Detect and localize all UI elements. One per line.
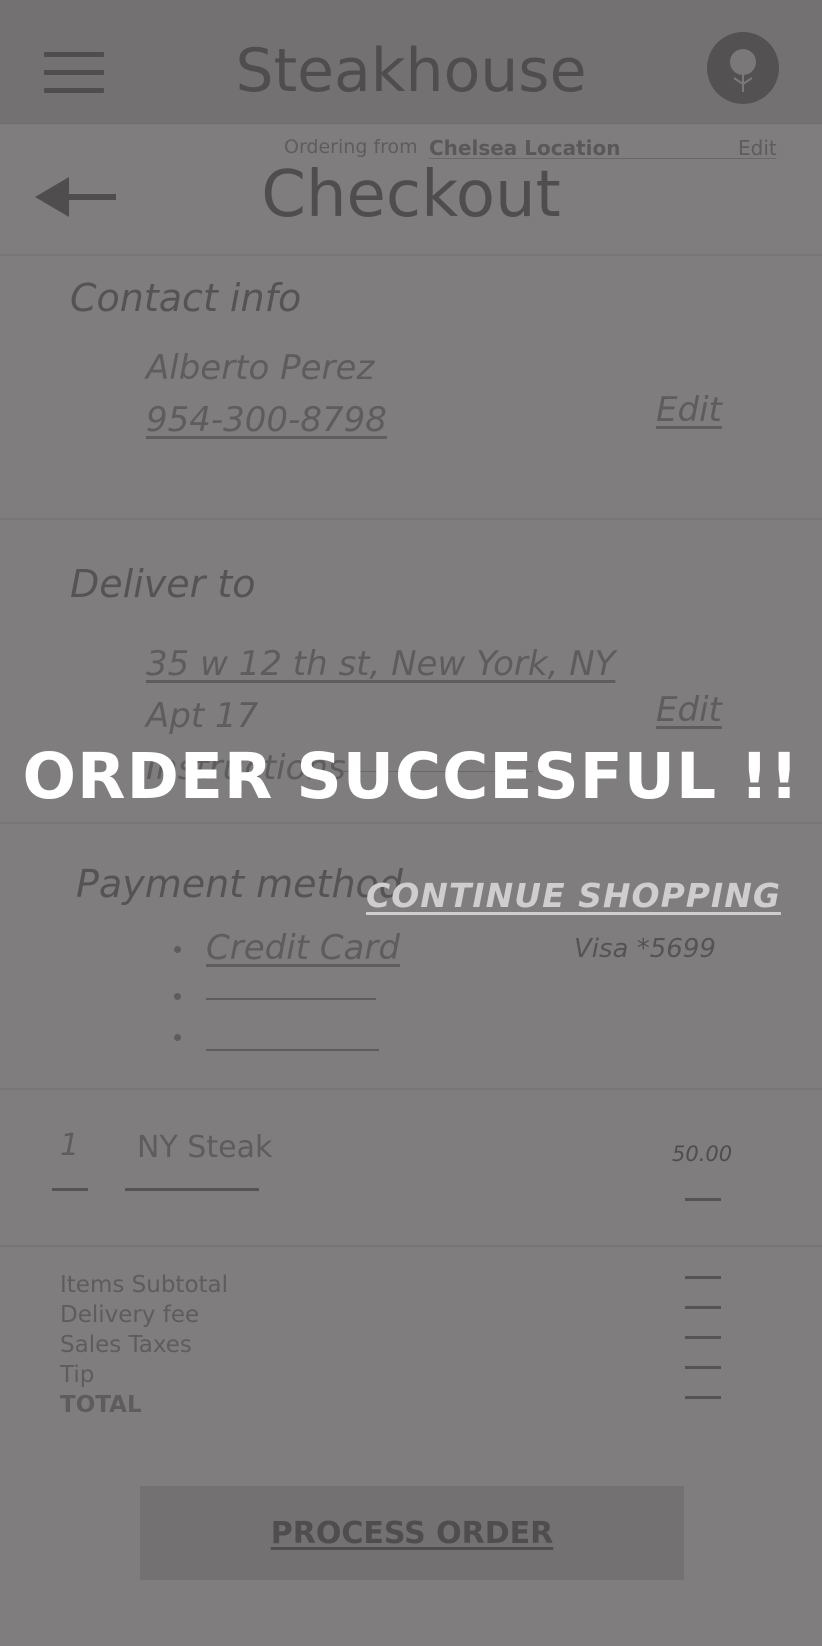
quantity-underline [52,1188,88,1191]
payment-option-bullet [174,1034,181,1041]
brand-title: Steakhouse [235,36,587,106]
summary-value-dash [685,1366,721,1369]
payment-option-blank[interactable] [206,998,376,1000]
contact-edit-link[interactable]: Edit [656,390,722,430]
delivery-apt: Apt 17 [146,696,259,736]
continue-shopping-link[interactable]: CONTINUE SHOPPING [366,876,781,915]
payment-option-blank[interactable] [206,1049,379,1051]
contact-name: Alberto Perez [146,348,375,388]
section-divider [0,518,822,520]
delivery-section-title: Deliver to [70,562,256,606]
process-order-label: PROCESS ORDER [270,1515,554,1551]
app-header: Steakhouse [0,0,822,124]
section-divider [0,822,822,824]
item-price: 50.00 [672,1142,733,1166]
delivery-address[interactable]: 35 w 12 th st, New York, NY [146,644,615,684]
summary-value-dash [685,1306,721,1309]
contact-phone[interactable]: 954-300-8798 [146,400,387,440]
item-quantity[interactable]: 1 [60,1128,79,1163]
profile-avatar-icon[interactable] [707,32,779,104]
payment-option-bullet [174,993,181,1000]
summary-delivery-fee-label: Delivery fee [60,1302,200,1328]
section-divider [0,1245,822,1247]
page-title: Checkout [261,158,561,232]
section-divider [0,254,822,256]
location-edit-link[interactable]: Edit [738,136,777,160]
order-success-message: ORDER SUCCESFUL !! [22,740,800,813]
summary-value-dash [685,1336,721,1339]
payment-section-title: Payment method [76,862,403,906]
summary-value-dash [685,1396,721,1399]
summary-value-dash [685,1276,721,1279]
item-price-dash [685,1198,721,1201]
summary-sales-taxes-label: Sales Taxes [60,1332,192,1358]
summary-subtotal-label: Items Subtotal [60,1272,229,1298]
delivery-edit-link[interactable]: Edit [656,690,722,730]
process-order-button[interactable]: PROCESS ORDER [140,1486,684,1580]
item-name: NY Steak [137,1130,273,1165]
item-name-underline [125,1188,259,1191]
summary-tip-label: Tip [60,1362,95,1388]
section-divider [0,1088,822,1090]
payment-card-info: Visa *5699 [574,934,716,964]
location-name[interactable]: Chelsea Location [429,136,621,160]
summary-total-label: TOTAL [60,1392,142,1418]
payment-option-bullet [174,946,181,953]
payment-option-credit-card[interactable]: Credit Card [206,928,400,968]
ordering-from-label: Ordering from [284,136,418,158]
contact-section-title: Contact info [70,276,302,320]
